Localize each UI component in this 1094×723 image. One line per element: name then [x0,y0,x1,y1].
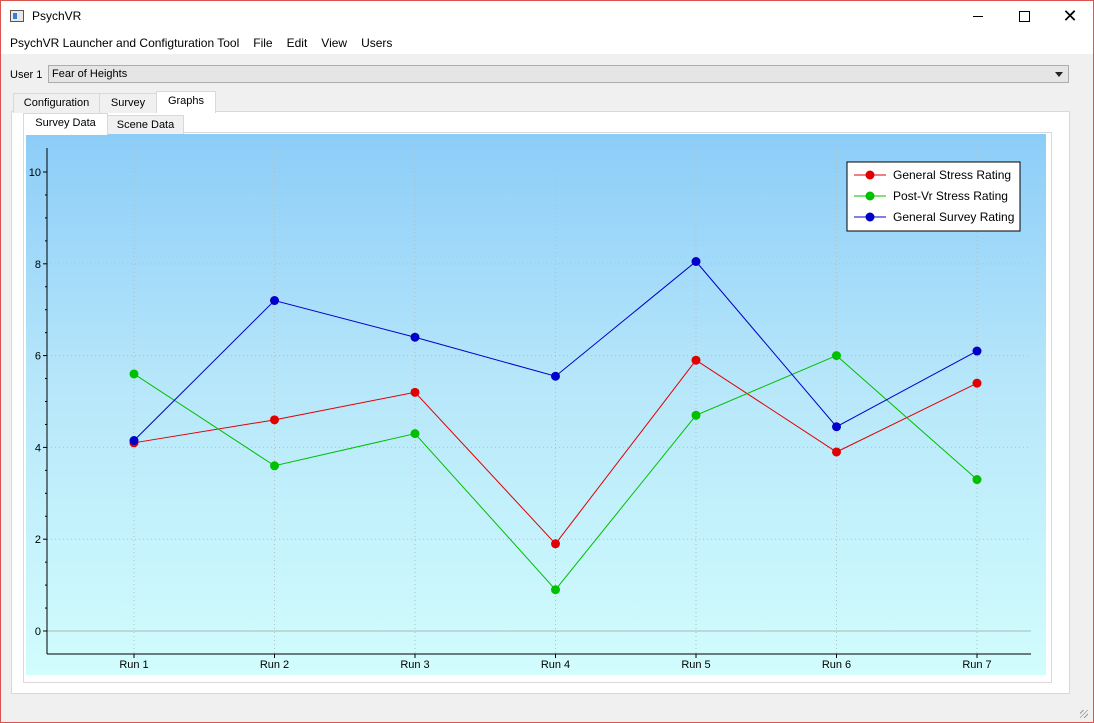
x-tick-label: Run 4 [541,659,570,671]
y-tick-label: 8 [35,259,41,271]
y-tick-label: 2 [35,534,41,546]
data-point [972,475,982,485]
data-point [410,387,420,397]
x-tick-label: Run 6 [822,659,851,671]
data-point [410,429,420,439]
legend-marker [865,212,875,222]
data-point [551,585,560,595]
data-point [410,332,420,342]
app-window: PsychVR ✕ PsychVR Launcher and Configtur… [0,0,1094,723]
data-point [691,257,701,267]
legend-label: Post-Vr Stress Rating [893,189,1008,203]
data-point [270,461,279,471]
resize-grip[interactable] [1080,710,1088,718]
data-point [832,351,841,361]
data-point [972,378,982,388]
data-point [270,296,279,306]
tab-survey-data[interactable]: Survey Data [23,113,108,135]
chart-legend: General Stress Rating Post-Vr Stress Rati… [846,161,1021,232]
data-point [691,355,701,365]
data-point [270,415,279,425]
y-tick-label: 4 [35,442,41,454]
x-tick-label: Run 3 [400,659,429,671]
data-point [691,410,701,420]
data-point [551,539,560,549]
legend-label: General Survey Rating [893,210,1014,224]
tab-graphs[interactable]: Graphs [156,91,216,113]
x-tick-label: Run 2 [260,659,289,671]
x-tick-label: Run 5 [681,659,710,671]
legend-marker [865,170,875,180]
data-point [551,371,560,381]
data-point [972,346,982,356]
y-tick-label: 6 [35,351,41,363]
y-tick-label: 10 [29,167,41,179]
x-tick-label: Run 7 [962,659,991,671]
data-point [129,369,139,379]
data-point [129,436,139,446]
data-point [832,447,841,457]
data-point [832,422,841,432]
legend-label: General Stress Rating [893,168,1011,182]
y-tick-label: 0 [35,626,41,638]
legend-marker [865,191,875,201]
x-tick-label: Run 1 [119,659,148,671]
